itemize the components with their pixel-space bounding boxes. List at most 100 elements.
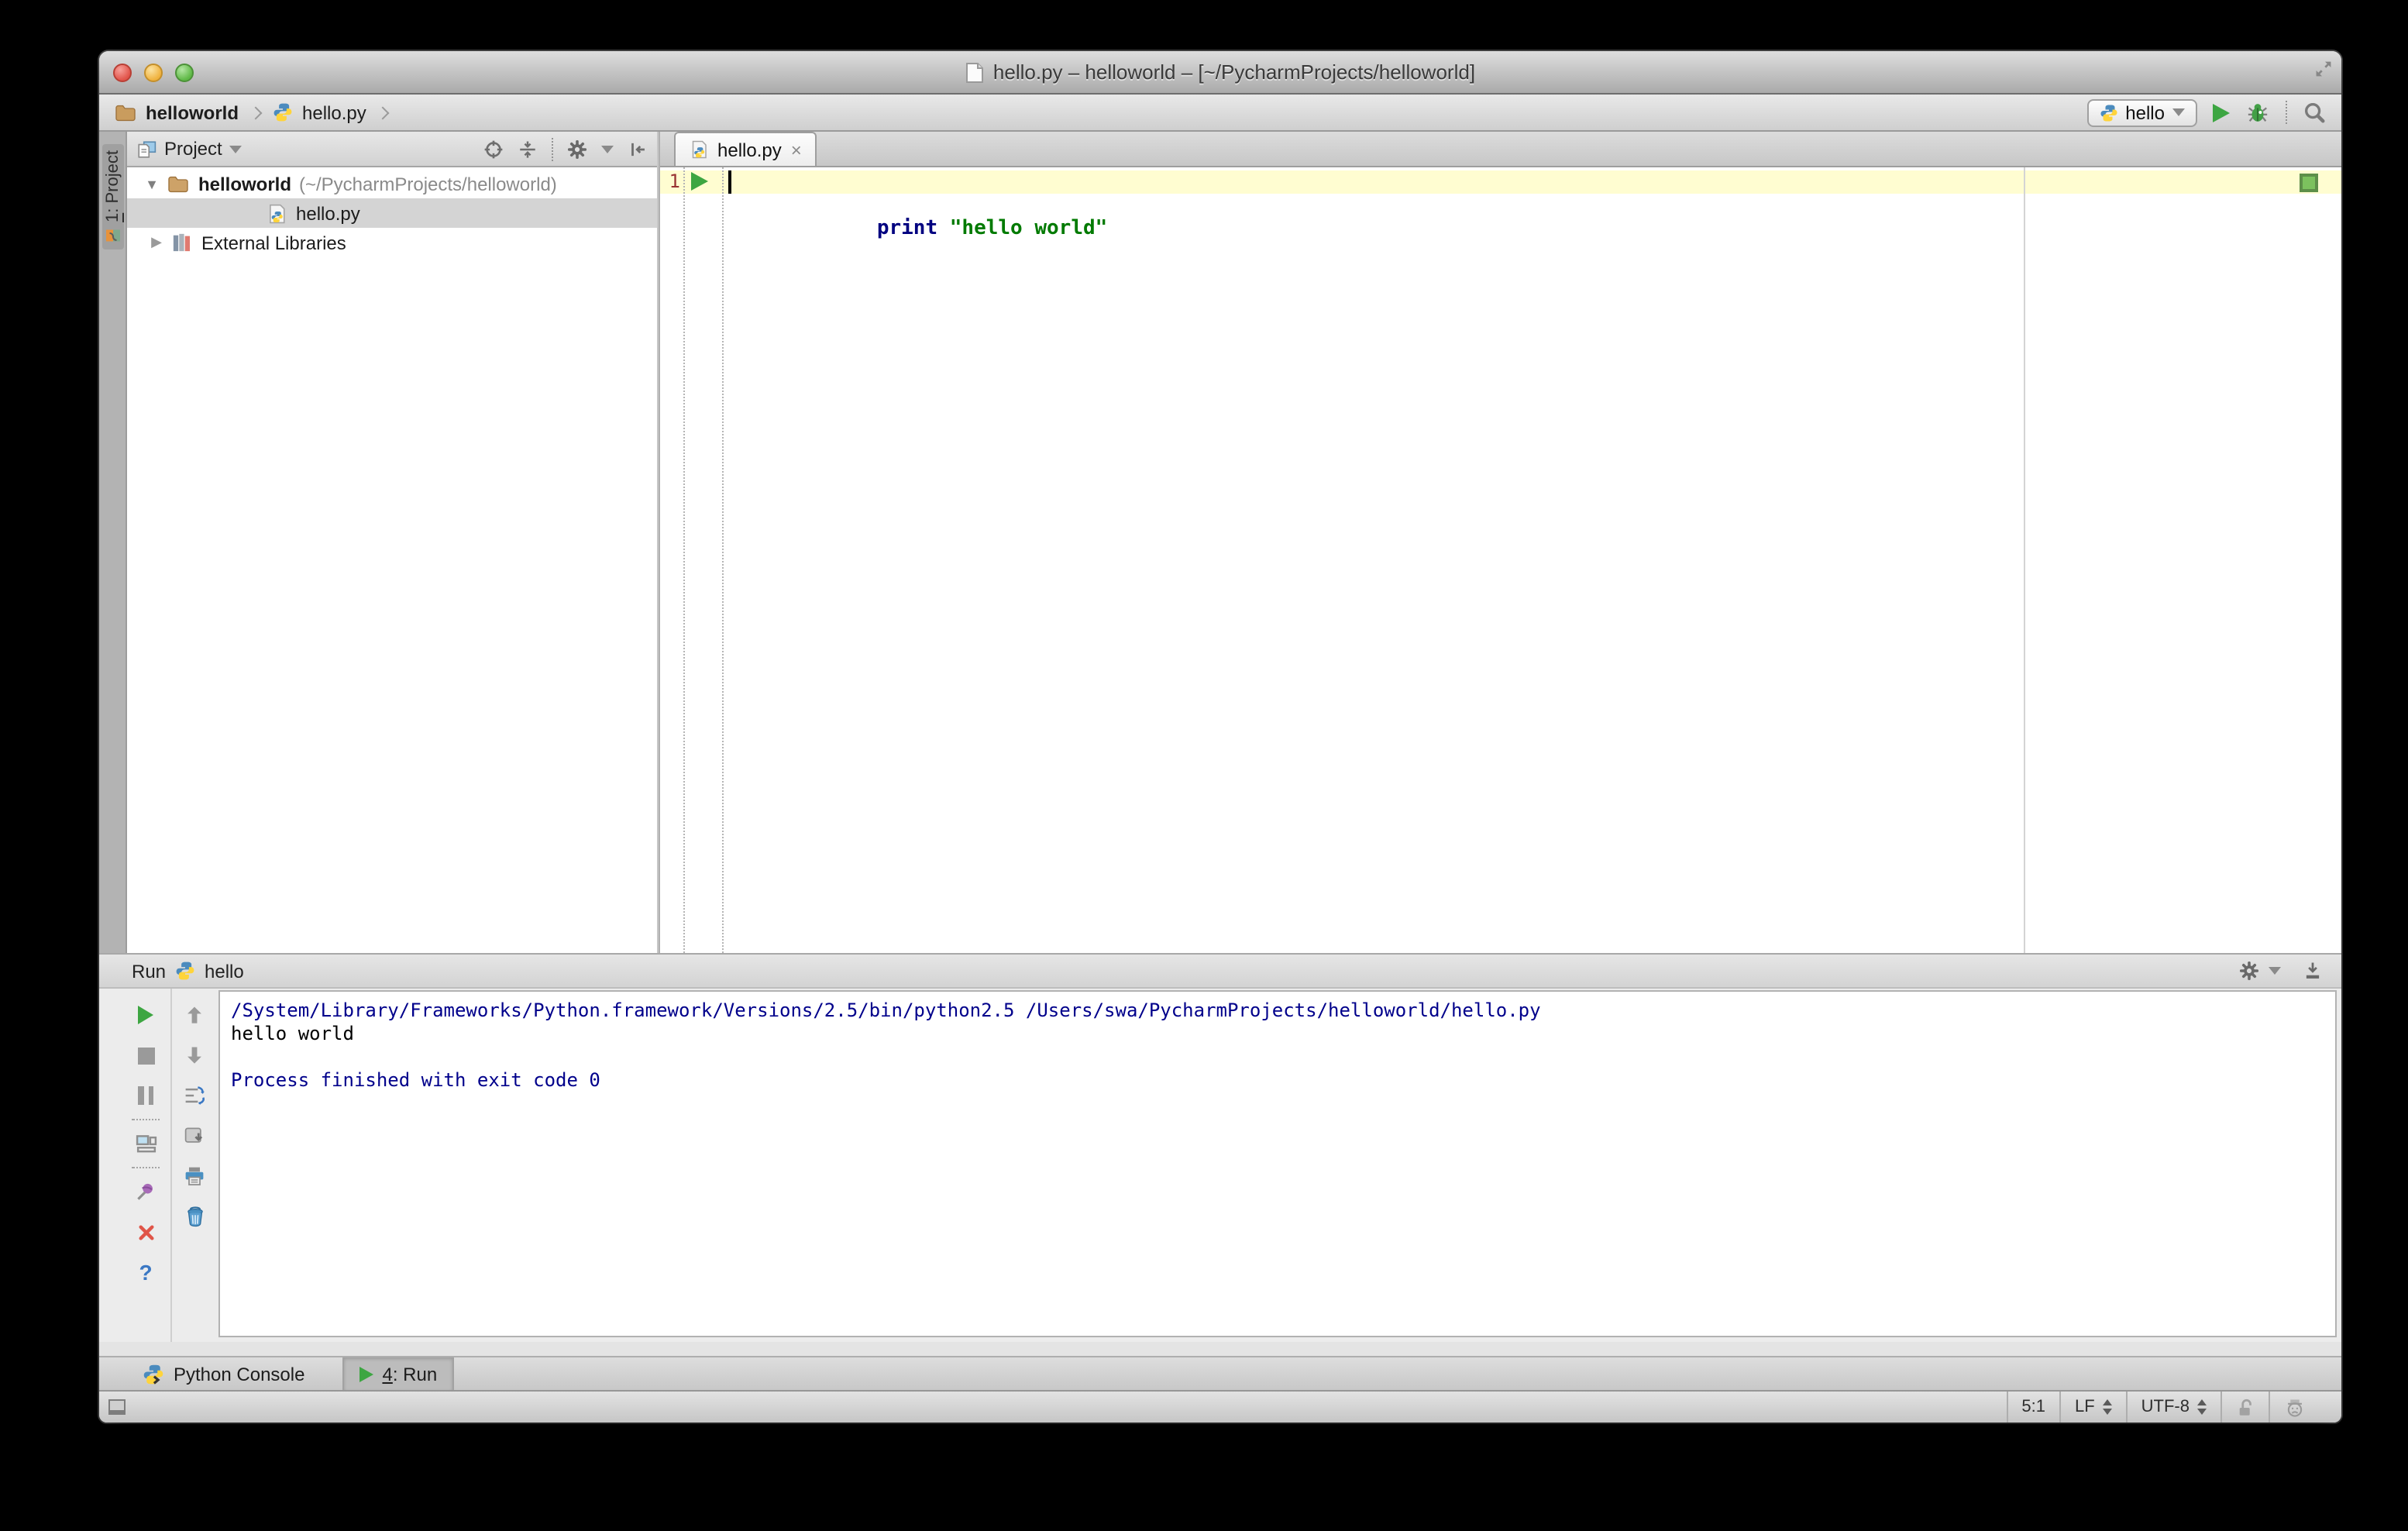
panel-gap [99, 1342, 2341, 1356]
hector-inspections-widget[interactable] [2269, 1392, 2320, 1423]
run-tool-window: Run hello ? /System/Library/Frameworks/P… [99, 955, 2341, 1342]
run-line-marker[interactable] [691, 172, 708, 191]
chevron-down-icon[interactable] [2269, 967, 2281, 975]
down-stack-trace-button[interactable] [184, 1044, 205, 1066]
rerun-button[interactable] [138, 1004, 153, 1026]
pycharm-window: hello.py – helloworld – [~/PycharmProjec… [99, 51, 2341, 1423]
pause-output-button[interactable] [138, 1085, 153, 1106]
console-stdout-line: hello world [231, 1023, 354, 1044]
dock-panel-icon[interactable] [2303, 961, 2323, 981]
project-tool-window-tab-label: 1: Project [103, 150, 122, 222]
tree-row-project-root[interactable]: ▼ helloworld (~/PycharmProjects/hellowor… [127, 169, 657, 198]
expanded-arrow-icon[interactable]: ▼ [143, 176, 161, 191]
python-console-tool-button[interactable]: Python Console [127, 1357, 320, 1390]
chevron-right-icon [249, 105, 263, 119]
run-panel-config-name: hello [205, 960, 244, 982]
scroll-to-end-button[interactable] [183, 1125, 206, 1147]
toolbar-separator [2286, 101, 2287, 124]
left-tool-window-bar: 1: Project [99, 132, 127, 953]
chevron-down-icon[interactable] [601, 145, 614, 153]
collapsed-arrow-icon[interactable]: ▶ [147, 234, 166, 251]
unlock-icon [2236, 1397, 2255, 1417]
readonly-lock-widget[interactable] [2221, 1392, 2269, 1423]
editor-tab-hello-py[interactable]: hello.py × [674, 132, 817, 166]
project-tool-window-tab[interactable]: 1: Project [101, 144, 123, 250]
document-icon [965, 61, 984, 83]
run-tool-window-body: ? /System/Library/Frameworks/Python.fram… [99, 989, 2341, 1342]
code-line[interactable]: print "hello world" [728, 170, 1107, 240]
toggle-toolwindow-buttons-icon[interactable] [108, 1399, 126, 1415]
run-button[interactable] [2213, 103, 2230, 122]
title-bar[interactable]: hello.py – helloworld – [~/PycharmProjec… [99, 51, 2341, 95]
python-file-icon [267, 202, 287, 224]
title-center: hello.py – helloworld – [~/PycharmProjec… [99, 51, 2341, 93]
code-string: "hello world" [949, 217, 1108, 240]
updown-spinner-icon [2102, 1399, 2112, 1415]
project-panel-header: Project [127, 132, 657, 167]
python-file-icon [273, 102, 293, 122]
run-panel-title: Run [132, 960, 167, 982]
text-caret [728, 170, 731, 194]
tree-row-hello-py[interactable]: hello.py [127, 198, 657, 228]
project-panel-toolbar [483, 137, 648, 160]
caret-position-widget[interactable]: 5:1 [2006, 1392, 2059, 1423]
bottom-tool-window-bar: Python Console 4: Run [99, 1356, 2341, 1390]
restore-layout-button[interactable] [134, 1133, 157, 1154]
stop-button[interactable] [137, 1044, 154, 1066]
pin-tab-button[interactable] [135, 1181, 157, 1202]
folder-icon [167, 174, 189, 193]
run-tool-button-label: 4: Run [382, 1363, 438, 1385]
project-tool-window-icon [103, 227, 122, 246]
console-toolbar [170, 989, 217, 1342]
up-stack-trace-button[interactable] [184, 1004, 205, 1026]
breadcrumb-project[interactable]: helloworld [146, 101, 239, 123]
tree-row-external-libraries[interactable]: ▶ External Libraries [127, 228, 657, 257]
console-command-line: /System/Library/Frameworks/Python.framew… [231, 999, 1541, 1021]
project-root-path: (~/PycharmProjects/helloworld) [299, 173, 557, 194]
run-console-output[interactable]: /System/Library/Frameworks/Python.framew… [218, 990, 2337, 1337]
python-console-label: Python Console [174, 1363, 305, 1385]
python-console-icon [143, 1363, 164, 1385]
settings-gear-icon[interactable] [567, 139, 587, 159]
print-button[interactable] [183, 1165, 206, 1187]
locate-file-icon[interactable] [483, 139, 504, 159]
chevron-down-icon[interactable] [229, 145, 243, 153]
debug-button[interactable] [2245, 101, 2270, 124]
status-bar: 5:1 LF UTF-8 [99, 1390, 2341, 1423]
project-view-icon [136, 139, 157, 159]
run-tool-button[interactable]: 4: Run [342, 1357, 455, 1390]
soft-wrap-button[interactable] [183, 1085, 206, 1106]
toolbar-separator [132, 1167, 160, 1168]
close-tab-icon[interactable]: × [791, 140, 802, 159]
run-configuration-select[interactable]: hello [2086, 98, 2197, 126]
breadcrumb-file[interactable]: hello.py [302, 101, 366, 123]
search-everywhere-icon[interactable] [2303, 101, 2326, 124]
project-panel: Project ▼ helloworld (~/PycharmProjects/… [127, 132, 657, 953]
collapse-all-icon[interactable] [518, 139, 538, 159]
navigation-bar: helloworld hello.py hello [99, 95, 2341, 132]
hide-panel-icon[interactable] [628, 139, 648, 159]
run-toolbar: ? [121, 989, 170, 1342]
project-view-selector[interactable]: Project [164, 138, 222, 160]
window-title: hello.py – helloworld – [~/PycharmProjec… [992, 60, 1476, 84]
breadcrumb: helloworld hello.py [115, 101, 391, 123]
editor-tab-label: hello.py [717, 139, 782, 160]
desktop-background: hello.py – helloworld – [~/PycharmProjec… [0, 0, 2408, 1531]
python-logo-icon [2099, 103, 2117, 122]
tree-external-libraries-label: External Libraries [201, 232, 346, 253]
inspection-status-square[interactable] [2300, 174, 2318, 192]
toolbar-separator [552, 137, 553, 160]
python-file-icon [690, 139, 708, 160]
close-panel-button[interactable] [136, 1221, 156, 1243]
run-tab-icon [359, 1366, 373, 1381]
line-separator-widget[interactable]: LF [2059, 1392, 2126, 1423]
line-number: 1 [669, 170, 680, 192]
clear-console-button[interactable] [184, 1206, 205, 1227]
hector-face-icon [2284, 1397, 2306, 1417]
encoding-widget[interactable]: UTF-8 [2125, 1392, 2221, 1423]
resize-window-icon[interactable] [2313, 59, 2334, 79]
code-keyword: print [876, 217, 938, 240]
help-button[interactable]: ? [139, 1260, 152, 1285]
settings-gear-icon[interactable] [2239, 961, 2259, 981]
editor-body[interactable]: 1 print "hello world" [660, 167, 2341, 953]
